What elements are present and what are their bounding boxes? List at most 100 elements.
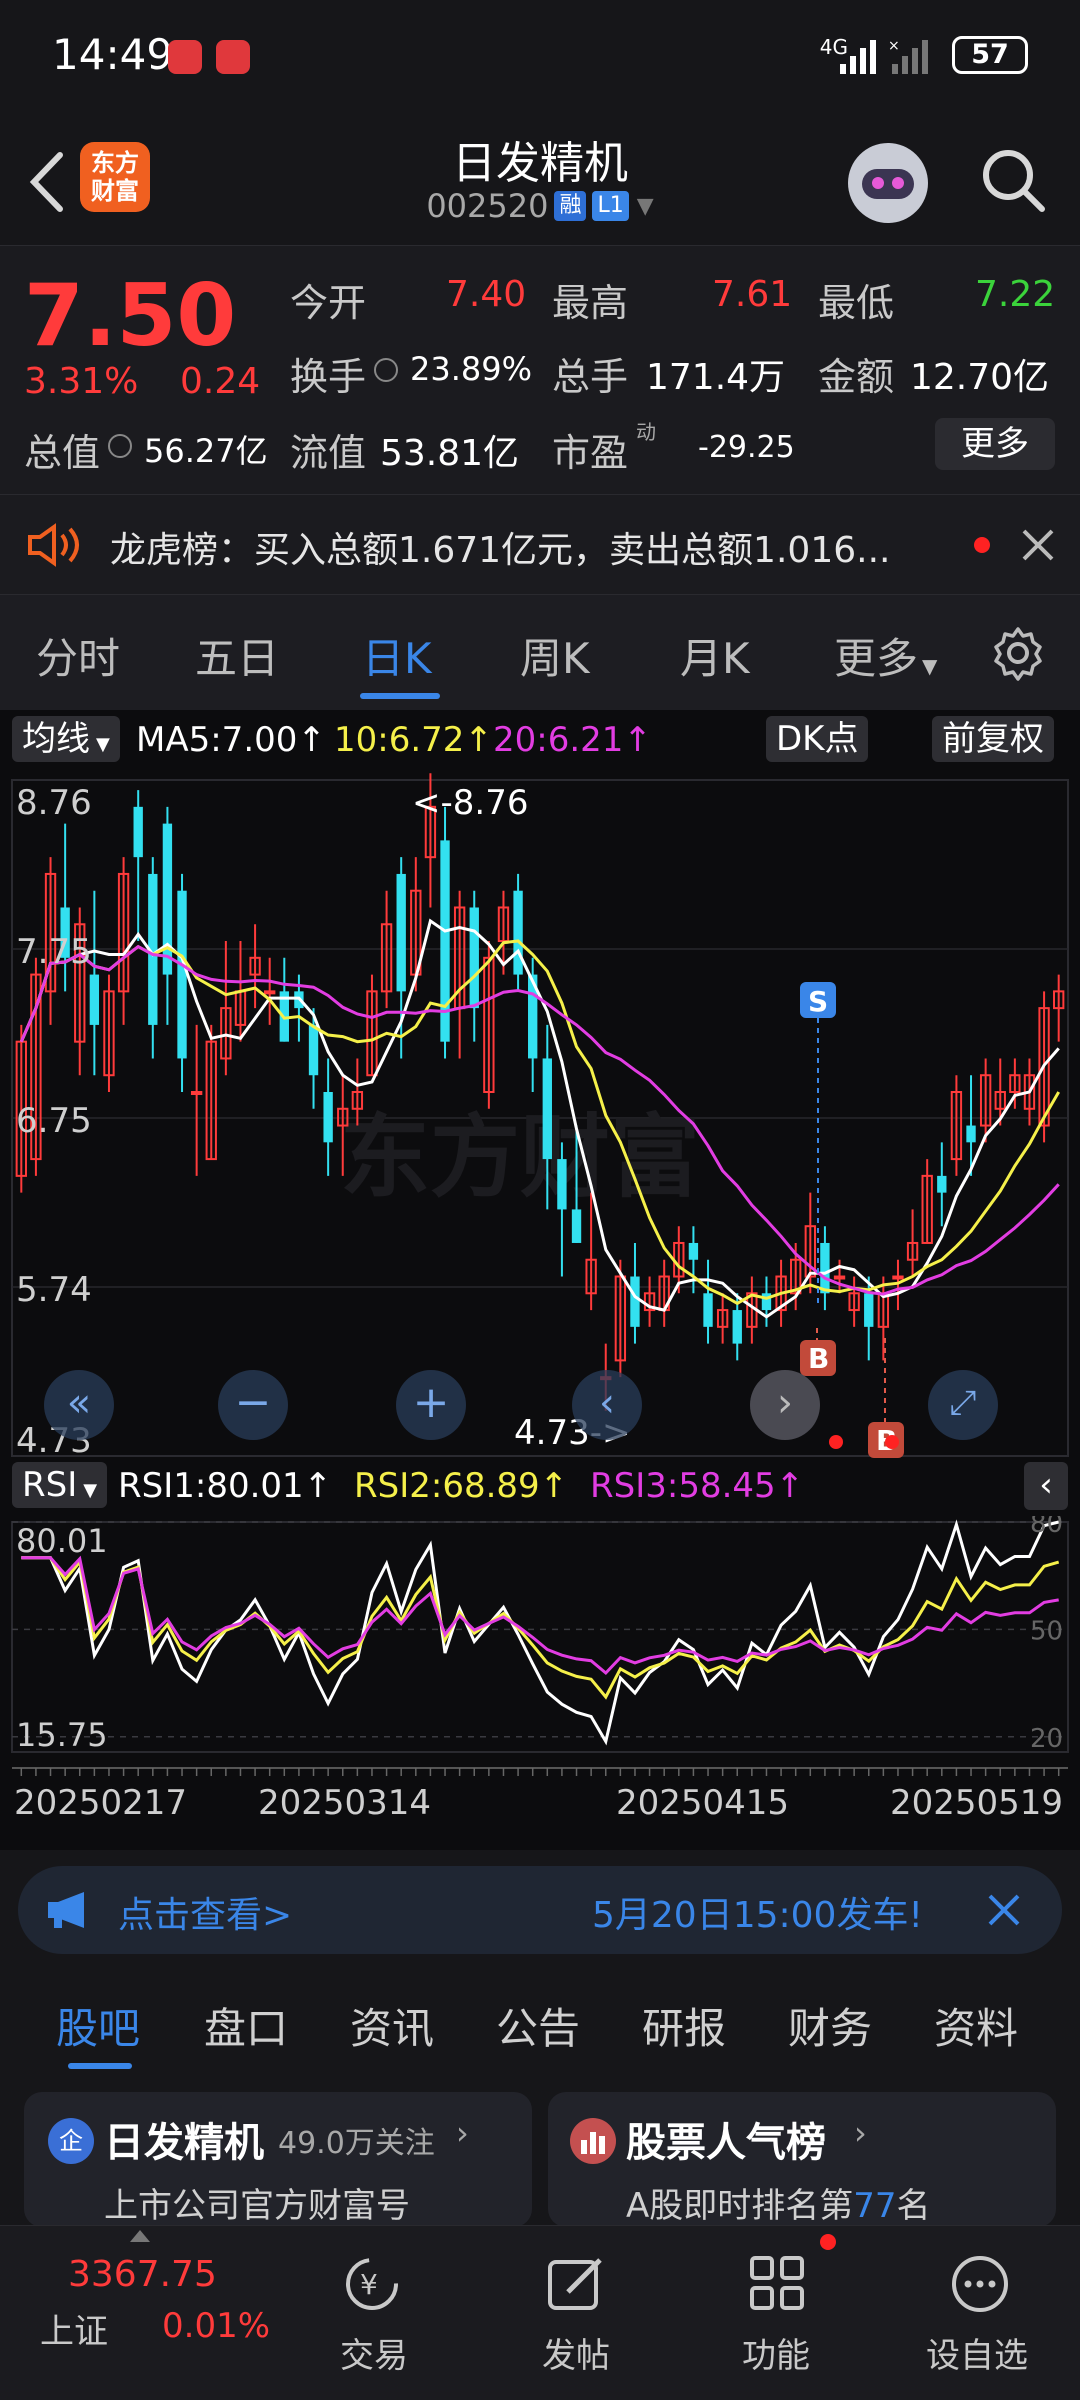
info-tabs: 股吧 盘口 资讯 公告 研报 财务 资料 — [0, 1975, 1080, 2075]
function-grid-icon[interactable] — [746, 2252, 810, 2316]
info-icon[interactable] — [374, 358, 398, 382]
stock-header: 东方 财富 日发精机 002520 融 L1 ▼ — [0, 115, 1080, 245]
popularity-rank-card[interactable]: 股票人气榜 › A股即时排名第77名 — [548, 2092, 1056, 2227]
trade-icon[interactable]: ¥ — [338, 2254, 406, 2314]
rsi1-value: RSI1:80.01↑ — [118, 1466, 333, 1506]
date-label: 20250415 — [616, 1783, 789, 1823]
banner-left-text: 点击查看> — [118, 1895, 293, 1936]
tab-order-book[interactable]: 盘口 — [204, 1995, 288, 2056]
chevron-right-icon: › — [456, 2114, 469, 2152]
candle-body — [732, 1310, 742, 1344]
tab-more-label: 更多 — [834, 634, 919, 683]
ma-legend-bar: 均线 ▼ MA5:7.00↑ 10:6.72↑ 20:6.21↑ DK点 前复权 — [0, 710, 1080, 768]
signal-dot — [885, 1435, 899, 1449]
adjust-price-button[interactable]: 前复权 — [932, 716, 1054, 762]
float-cap-label: 流值 — [290, 431, 367, 475]
low-label: 最低 — [818, 281, 895, 325]
app-notification-icon — [168, 40, 202, 74]
rsi-chart: 80.01 15.75 80 50 20 20250217 20250314 20250415… — [11, 1516, 1069, 1823]
candle-body — [703, 1293, 713, 1327]
tab-daily-k[interactable]: 日K — [362, 625, 432, 686]
change-amount: 0.24 — [180, 361, 261, 402]
settings-gear-icon[interactable] — [990, 625, 1046, 681]
tab-research[interactable]: 研报 — [642, 1995, 726, 2056]
rsi-frame — [11, 1521, 1069, 1753]
expand-up-icon[interactable] — [130, 2230, 150, 2242]
card-title: 股票人气榜 — [626, 2120, 826, 2166]
scroll-left-icon[interactable]: ‹ — [572, 1370, 642, 1440]
candle-body — [396, 873, 406, 992]
tab-forum[interactable]: 股吧 — [56, 1995, 140, 2056]
rsi1-label: RSI1:80.01 — [118, 1466, 304, 1506]
nav-trade[interactable]: 交易 — [340, 2328, 408, 2377]
fullscreen-icon[interactable]: ⤢ — [928, 1370, 998, 1440]
company-account-card[interactable]: 企 日发精机 49.0万关注 › 上市公司官方财富号 — [24, 2092, 532, 2227]
candle-body — [571, 1209, 582, 1243]
speaker-icon — [28, 523, 79, 567]
tab-monthly-k[interactable]: 月K — [680, 625, 750, 686]
card-followers: 49.0万关注 — [278, 2126, 435, 2161]
tab-profile[interactable]: 资料 — [934, 1995, 1018, 2056]
close-icon[interactable] — [1020, 527, 1056, 563]
price-axis-label: 8.76 — [16, 783, 92, 823]
open-label: 今开 — [290, 281, 367, 325]
candle-body — [190, 1091, 203, 1095]
assistant-robot-icon[interactable] — [848, 143, 928, 223]
turnover-value: 23.89% — [410, 350, 533, 388]
indicator-selector[interactable]: 均线 ▼ — [12, 716, 120, 762]
date-label: 20250519 — [890, 1783, 1063, 1823]
megaphone-icon — [48, 1892, 84, 1928]
nav-post[interactable]: 发帖 — [542, 2328, 610, 2377]
notice-bar[interactable]: 龙虎榜：买入总额1.671亿元，卖出总额1.016... — [0, 495, 1080, 595]
scroll-right-icon[interactable]: › — [750, 1370, 820, 1440]
candle-body — [162, 823, 173, 975]
index-value[interactable]: 3367.75 — [68, 2254, 217, 2295]
nav-function[interactable]: 功能 — [742, 2328, 810, 2377]
candle-body — [864, 1293, 874, 1327]
rsi3-value: RSI3:58.45↑ — [590, 1466, 805, 1506]
candle-body — [937, 1175, 947, 1193]
collapse-panel-icon[interactable]: ‹ — [1024, 1462, 1068, 1510]
nav-add-watchlist[interactable]: 设自选 — [926, 2328, 1028, 2377]
volume-label: 总手 — [552, 355, 629, 399]
rsi2-value: RSI2:68.89↑ — [354, 1466, 569, 1506]
market-cap-value: 56.27亿 — [144, 432, 268, 470]
promo-banner[interactable]: 点击查看> 5月20日15:00发车! — [18, 1866, 1062, 1954]
kline-chart-area[interactable]: 均线 ▼ MA5:7.00↑ 10:6.72↑ 20:6.21↑ DK点 前复权 … — [0, 710, 1080, 1850]
candle-body — [688, 1242, 699, 1260]
rsi-level-label: 80 — [1030, 1516, 1063, 1539]
candle-body — [966, 1125, 976, 1143]
dk-point-button[interactable]: DK点 — [766, 716, 869, 762]
tab-news[interactable]: 资讯 — [350, 1995, 434, 2056]
chevron-down-icon: ▼ — [922, 654, 938, 678]
post-edit-icon[interactable] — [544, 2252, 608, 2316]
watchlist-icon[interactable] — [948, 2252, 1012, 2316]
float-cap-value: 53.81亿 — [380, 433, 520, 474]
signal-dot — [829, 1435, 843, 1449]
ranking-chart-icon — [570, 2118, 616, 2164]
zoom-in-icon[interactable]: + — [396, 1370, 466, 1440]
price-axis-label: 5.74 — [16, 1270, 92, 1310]
candle-body — [557, 1159, 567, 1210]
tab-five-day[interactable]: 五日 — [195, 625, 279, 686]
close-icon[interactable] — [986, 1892, 1022, 1928]
rsi-selector[interactable]: RSI ▼ — [12, 1462, 108, 1508]
tab-more[interactable]: 更多 ▼ — [834, 625, 937, 686]
market-cap-label: 总值 — [24, 431, 101, 475]
app-notification-icon — [216, 40, 250, 74]
index-name: 上证 — [40, 2312, 108, 2352]
tab-weekly-k[interactable]: 周K — [520, 625, 590, 686]
scroll-left-fast-icon[interactable]: « — [44, 1370, 114, 1440]
info-icon[interactable] — [108, 434, 132, 458]
high-label: 最高 — [552, 281, 629, 325]
ma10-value: 10:6.72↑ — [334, 720, 493, 760]
tab-announcements[interactable]: 公告 — [496, 1995, 580, 2056]
status-bar: 14:49 4G × 57 — [0, 0, 1080, 115]
zoom-out-icon[interactable]: − — [218, 1370, 288, 1440]
period-tabs: 分时 五日 日K 周K 月K 更多 ▼ — [0, 595, 1080, 710]
watermark-text: 东方财富 — [340, 1105, 700, 1210]
search-icon[interactable] — [978, 145, 1048, 215]
more-quote-button[interactable]: 更多 — [935, 418, 1055, 470]
tab-financials[interactable]: 财务 — [788, 1995, 872, 2056]
tab-intraday[interactable]: 分时 — [36, 625, 120, 686]
